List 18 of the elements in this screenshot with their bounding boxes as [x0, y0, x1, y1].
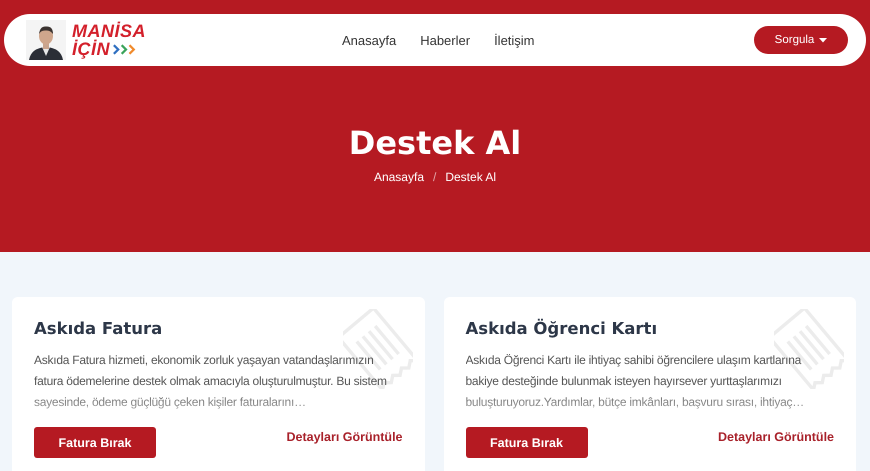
details-link[interactable]: Detayları Görüntüle — [286, 430, 402, 444]
breadcrumb-current: Destek Al — [445, 170, 496, 184]
nav-link[interactable]: İletişim — [494, 32, 535, 48]
breadcrumb-link[interactable]: Anasayfa — [374, 170, 424, 184]
nav-link[interactable]: Haberler — [420, 32, 470, 48]
nav-link[interactable]: Anasayfa — [342, 32, 396, 48]
card-title: Askıda Öğrenci Kartı — [466, 319, 658, 338]
leave-bill-button[interactable]: Fatura Bırak — [466, 427, 588, 458]
card-title: Askıda Fatura — [34, 319, 164, 338]
logo-text: MANİSA — [72, 22, 146, 40]
logo-text: İÇİN — [72, 40, 110, 58]
card-description: Askıda Öğrenci Kartı ile ihtiyaç sahibi öğrencilere ulaşım kartlarına bakiye desteğinde bulunmak isteyen hayırsever yurttaşlarımızı buluşturuyoruz.Yardımlar, bütçe imkânları, başvuru sırası, ihtiyaç… — [466, 352, 806, 411]
page-title: Destek Al — [348, 124, 522, 162]
leave-bill-button[interactable]: Fatura Bırak — [34, 427, 156, 458]
breadcrumb-separator: / — [433, 170, 436, 184]
card-description: Askıda Fatura hizmeti, ekonomik zorluk yaşayan vatandaşlarımızın fatura ödemelerine destek olmak amacıyla oluşturulmuştur. Bu sistem sayesinde, ödeme güçlüğü çeken kişiler faturalarını… — [34, 352, 388, 411]
details-link[interactable]: Detayları Görüntüle — [718, 430, 834, 444]
query-dropdown-button[interactable]: Sorgula — [754, 26, 848, 54]
